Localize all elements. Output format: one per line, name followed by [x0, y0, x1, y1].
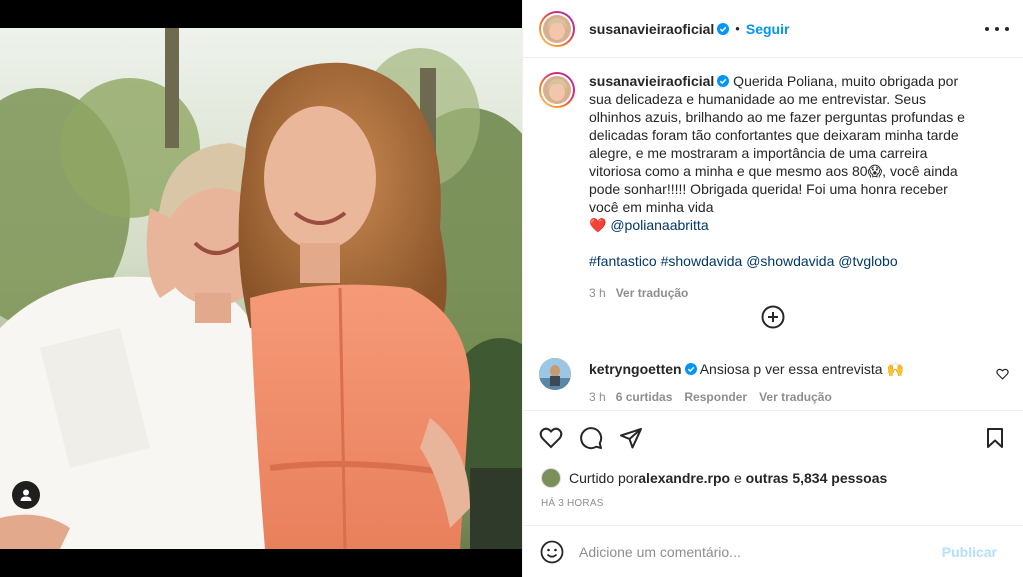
- comment-translate-link[interactable]: Ver tradução: [759, 390, 832, 404]
- caption-mention[interactable]: @polianaabritta: [610, 217, 708, 233]
- heart-emoji: ❤️: [589, 217, 607, 233]
- caption-translate-link[interactable]: Ver tradução: [616, 286, 689, 300]
- comment-item: ketryngoetten Ansiosa p ver essa entrevi…: [539, 358, 1009, 404]
- likes-summary: Curtido por alexandre.rpo e outras 5,834…: [541, 468, 887, 488]
- comment-input[interactable]: [579, 540, 929, 564]
- follow-button[interactable]: Seguir: [746, 21, 790, 37]
- caption-author[interactable]: susanavieiraoficial: [589, 73, 714, 89]
- comment-heart-icon[interactable]: [996, 368, 1009, 380]
- caption-text: Querida Poliana, muito obrigada por sua …: [589, 73, 969, 215]
- liker-avatar[interactable]: [541, 468, 561, 488]
- post-header: susanavieiraoficial • Seguir: [523, 0, 1023, 58]
- caption-hashtags[interactable]: #fantastico #showdavida @showdavida @tvg…: [589, 252, 979, 270]
- comment-likes[interactable]: 6 curtidas: [616, 390, 673, 404]
- caption-time: 3 h: [589, 286, 606, 300]
- post-actions: Curtido por alexandre.rpo e outras 5,834…: [523, 410, 1023, 525]
- comment-time: 3 h: [589, 390, 606, 404]
- likes-others[interactable]: outras 5,834 pessoas: [746, 470, 888, 486]
- post-timestamp[interactable]: HÁ 3 HORAS: [541, 498, 604, 509]
- add-comment-bar: Publicar: [523, 525, 1023, 577]
- verified-badge-icon: [717, 75, 730, 87]
- author-avatar[interactable]: [539, 10, 575, 47]
- post-photo-panel: [0, 0, 522, 577]
- heart-icon[interactable]: [539, 426, 563, 450]
- separator-dot: •: [735, 21, 740, 36]
- caption-body: susanavieiraoficial Querida Poliana, mui…: [589, 72, 979, 302]
- post-side-panel: susanavieiraoficial • Seguir susanavieir…: [522, 0, 1023, 577]
- author-username[interactable]: susanavieiraoficial: [589, 21, 714, 37]
- comment-meta: 3 h 6 curtidas Responder Ver tradução: [589, 390, 991, 404]
- publish-button[interactable]: Publicar: [942, 544, 997, 560]
- reply-button[interactable]: Responder: [684, 390, 747, 404]
- caption-meta: 3 h Ver tradução: [589, 284, 979, 302]
- likes-connector: e: [730, 470, 746, 486]
- likes-prefix: Curtido por: [569, 470, 639, 486]
- commenter-avatar[interactable]: [539, 358, 571, 390]
- user-tag-icon[interactable]: [12, 481, 40, 509]
- comment-text: Ansiosa p ver essa entrevista 🙌: [696, 361, 904, 377]
- commenter-username[interactable]: ketryngoetten: [589, 361, 682, 377]
- photo-illustration: [0, 28, 522, 549]
- verified-badge-icon: [684, 363, 697, 375]
- share-icon[interactable]: [619, 426, 643, 450]
- first-liker[interactable]: alexandre.rpo: [638, 470, 730, 486]
- caption-author-avatar[interactable]: [539, 72, 575, 108]
- bookmark-icon[interactable]: [983, 426, 1007, 450]
- caption-row: susanavieiraoficial Querida Poliana, mui…: [539, 72, 979, 302]
- verified-badge-icon: [717, 22, 730, 35]
- comments-section[interactable]: susanavieiraoficial Querida Poliana, mui…: [523, 58, 1023, 410]
- more-icon[interactable]: [985, 20, 1009, 38]
- post-photo[interactable]: [0, 28, 522, 549]
- plus-circle-icon[interactable]: [760, 304, 786, 330]
- emoji-icon[interactable]: [540, 540, 564, 564]
- comment-icon[interactable]: [579, 426, 603, 450]
